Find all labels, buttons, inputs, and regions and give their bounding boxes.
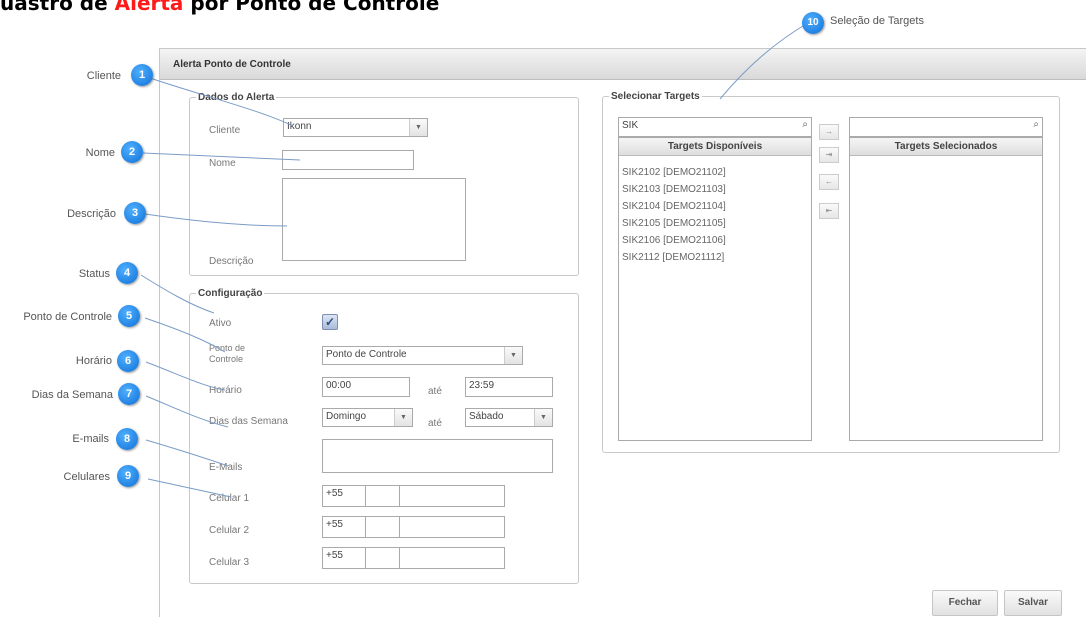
callout-badge-6: 6	[117, 350, 139, 372]
callout-label-2: Nome	[85, 147, 115, 159]
callout-label-7: Dias da Semana	[31, 389, 113, 401]
callout-line-1	[149, 77, 294, 127]
callout-line-6	[145, 361, 226, 391]
callout-line-10	[719, 22, 809, 100]
callout-line-8	[145, 439, 229, 467]
callout-badge-2: 2	[121, 141, 143, 163]
callout-label-5: Ponto de Controle	[23, 311, 112, 323]
callout-badge-1: 1	[131, 64, 153, 86]
callout-badge-4: 4	[116, 262, 138, 284]
callout-label-3: Descrição	[67, 208, 116, 220]
callout-badge-7: 7	[118, 383, 140, 405]
callout-badge-10: 10	[802, 12, 824, 34]
callout-badge-3: 3	[124, 202, 146, 224]
callout-line-5	[144, 317, 226, 353]
callout-badge-5: 5	[118, 305, 140, 327]
callout-line-3	[144, 213, 288, 227]
callout-label-4: Status	[78, 268, 110, 280]
callout-line-2	[142, 152, 301, 161]
callout-label-6: Horário	[75, 355, 112, 367]
callout-line-4	[140, 274, 215, 314]
callout-line-7	[145, 395, 229, 428]
callout-line-9	[147, 478, 232, 498]
callout-label-1: Cliente	[86, 70, 121, 82]
callout-label-9: Celulares	[63, 471, 110, 483]
callout-badge-9: 9	[117, 465, 139, 487]
callout-badge-8: 8	[116, 428, 138, 450]
callout-label-8: E-mails	[72, 433, 109, 445]
callout-label-10: Seleção de Targets	[830, 15, 924, 27]
callout-lines	[140, 22, 809, 498]
